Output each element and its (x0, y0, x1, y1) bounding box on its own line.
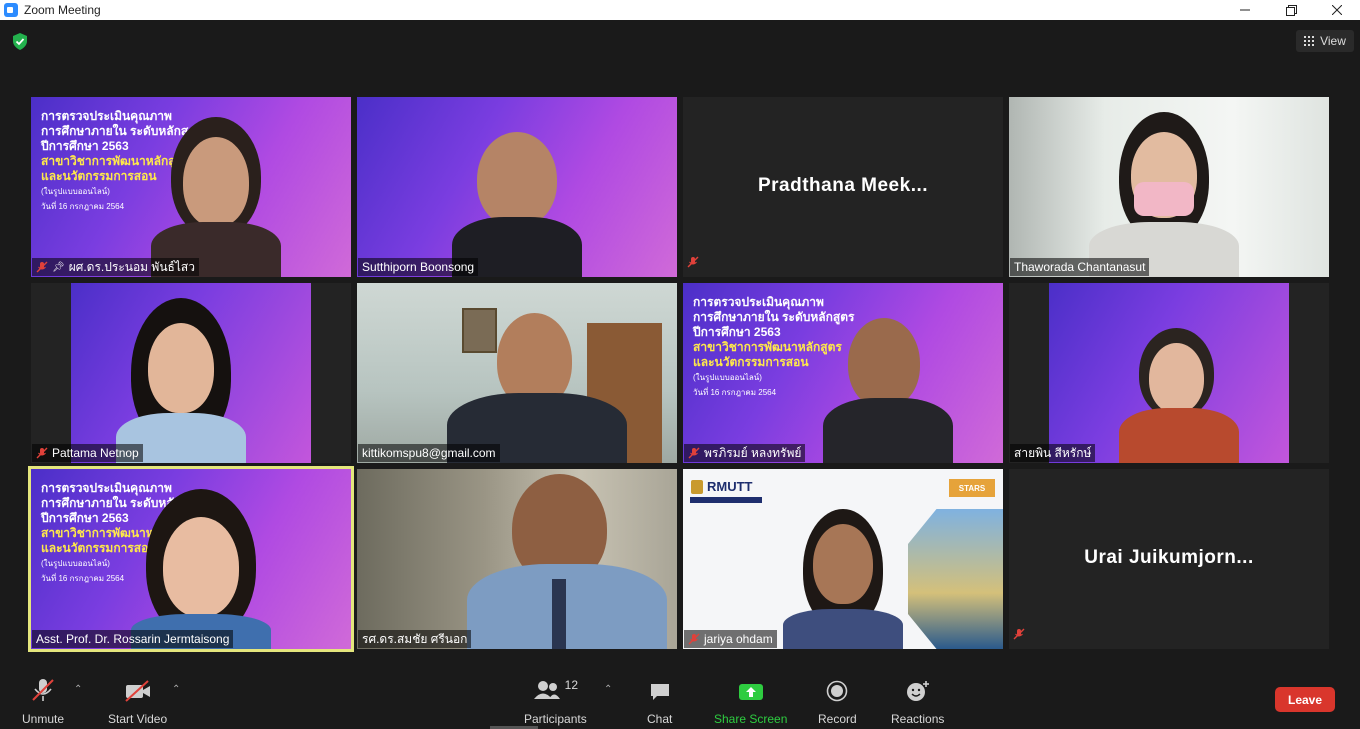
reactions-button[interactable]: Reactions (891, 678, 944, 726)
video-off-icon (124, 680, 150, 702)
grid-view-icon (1304, 36, 1315, 46)
meeting-toolbar: Unmute ⌃ Start Video ⌃ 12 Participants ⌃… (0, 668, 1360, 729)
participant-tile[interactable]: Thaworada Chantanasut (1009, 97, 1329, 277)
participants-count: 12 (564, 678, 579, 692)
participant-name-tag: kittikomspu8@gmail.com (358, 444, 500, 462)
participant-tile[interactable]: การตรวจประเมินคุณภาพ การศึกษาภายใน ระดับ… (683, 283, 1003, 463)
participant-tile[interactable]: รศ.ดร.สมชัย ศรีนอก (357, 469, 677, 649)
participant-name-tag: Asst. Prof. Dr. Rossarin Jermtaisong (32, 630, 234, 648)
participant-mute-indicator (1013, 627, 1025, 645)
record-button[interactable]: Record (818, 678, 857, 726)
participant-name-tag: Thaworada Chantanasut (1010, 258, 1150, 276)
restore-icon (1285, 4, 1297, 16)
participant-name-tag: Pattama Netnop (32, 444, 143, 462)
mic-muted-icon (688, 633, 700, 645)
pin-icon: 📌︎ (52, 261, 65, 273)
minimize-icon (1240, 9, 1250, 11)
participant-name-placeholder: Urai Juikumjorn... (1084, 547, 1254, 568)
window-title: Zoom Meeting (24, 3, 101, 17)
mic-muted-icon (687, 256, 699, 268)
reactions-icon (906, 681, 929, 701)
participant-tile[interactable]: การตรวจประเมินคุณภาพ การศึกษาภายใน ระดับ… (31, 97, 351, 277)
participant-tile[interactable]: RMUTT STARS jariya ohdam (683, 469, 1003, 649)
mic-muted-icon (36, 261, 48, 273)
participant-tile[interactable]: สายพิน สีหรักษ์ (1009, 283, 1329, 463)
participant-name-tag: พรภิรมย์ หลงทรัพย์ (684, 444, 806, 462)
close-button[interactable] (1314, 0, 1360, 20)
record-icon (827, 680, 848, 702)
participant-name-tag: สายพิน สีหรักษ์ (1010, 444, 1096, 462)
participant-tile[interactable]: Sutthiporn Boonsong (357, 97, 677, 277)
participants-icon (533, 681, 560, 699)
participant-tile[interactable]: Pradthana Meek... (683, 97, 1003, 277)
participant-mute-indicator (687, 255, 699, 273)
view-button[interactable]: View (1296, 30, 1354, 52)
participant-tile[interactable]: Pattama Netnop (31, 283, 351, 463)
view-label: View (1320, 34, 1346, 48)
mic-muted-icon (1013, 628, 1025, 640)
participant-tile-active-speaker[interactable]: การตรวจประเมินคุณภาพ การศึกษาภายใน ระดับ… (28, 466, 354, 652)
video-options-caret[interactable]: ⌃ (172, 684, 180, 695)
mic-muted-icon (32, 679, 54, 701)
minimize-button[interactable] (1222, 0, 1268, 20)
chat-icon (650, 684, 669, 700)
participant-name-tag: Sutthiporn Boonsong (358, 258, 479, 276)
participants-options-caret[interactable]: ⌃ (604, 684, 612, 695)
leave-meeting-button[interactable]: Leave (1275, 687, 1335, 712)
share-screen-icon (738, 684, 763, 700)
wall-portrait (462, 308, 497, 353)
temple-image (908, 509, 1003, 649)
zoom-app-icon (4, 3, 18, 17)
mic-muted-icon (36, 447, 48, 459)
close-icon (1332, 5, 1342, 15)
participant-name-tag: jariya ohdam (684, 630, 777, 648)
rmutt-logo: RMUTT (691, 479, 753, 494)
unmute-button[interactable]: Unmute (22, 678, 64, 726)
participant-tile[interactable]: kittikomspu8@gmail.com (357, 283, 677, 463)
encryption-shield-icon[interactable] (12, 33, 28, 50)
window-titlebar: Zoom Meeting (0, 0, 1360, 20)
participant-tile[interactable]: Urai Juikumjorn... (1009, 469, 1329, 649)
share-screen-button[interactable]: Share Screen (714, 678, 787, 726)
logo-bar (690, 497, 762, 503)
participants-button[interactable]: 12 Participants (524, 678, 587, 726)
mic-muted-icon (688, 447, 700, 459)
start-video-button[interactable]: Start Video (108, 678, 167, 726)
participant-name-placeholder: Pradthana Meek... (757, 175, 929, 196)
audio-options-caret[interactable]: ⌃ (74, 684, 82, 695)
chat-button[interactable]: Chat (647, 678, 672, 726)
slide-overlay: การตรวจประเมินคุณภาพ การศึกษาภายใน ระดับ… (693, 295, 855, 397)
stars-badge: STARS (949, 479, 995, 497)
restore-button[interactable] (1268, 0, 1314, 20)
participant-name-tag: รศ.ดร.สมชัย ศรีนอก (358, 630, 472, 648)
participant-name-tag: 📌︎ ผศ.ดร.ประนอม พันธ์ไสว (32, 258, 199, 276)
